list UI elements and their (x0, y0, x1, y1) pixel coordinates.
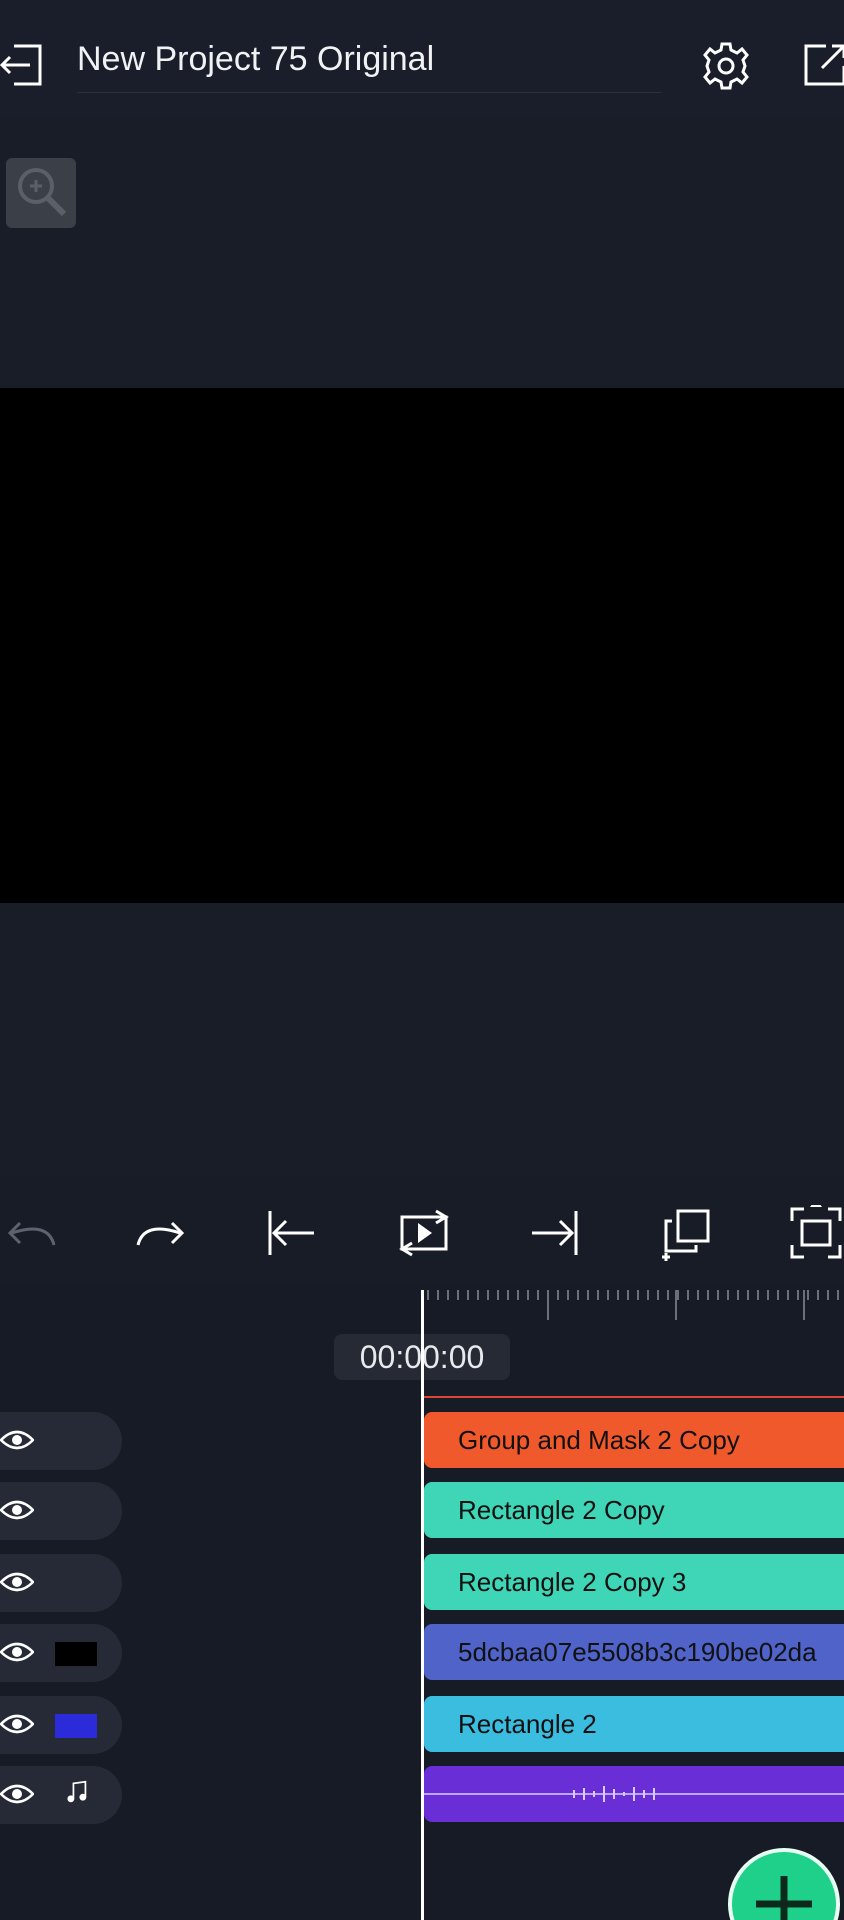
preview-bottom-area (0, 903, 844, 1175)
clip-label: Group and Mask 2 Copy (458, 1425, 740, 1455)
track-top-line (424, 1396, 844, 1398)
fit-screen-icon[interactable] (788, 1205, 844, 1261)
exit-icon[interactable] (0, 42, 44, 88)
audio-waveform (424, 1786, 844, 1802)
export-icon[interactable] (802, 42, 844, 88)
clip-label: 5dcbaa07e5508b3c190be02da (458, 1637, 817, 1667)
timeline-clip[interactable]: Rectangle 2 Copy 3 (424, 1554, 844, 1610)
title-underline (77, 92, 662, 93)
timeline-clip[interactable]: Group and Mask 2 Copy (424, 1412, 844, 1468)
time-ruler[interactable] (420, 1290, 844, 1320)
zoom-icon[interactable] (6, 158, 76, 228)
loop-play-icon[interactable] (396, 1205, 452, 1261)
layer-thumbnail (55, 1714, 97, 1738)
timeline-clip[interactable]: Rectangle 2 (424, 1696, 844, 1752)
skip-to-start-icon[interactable] (264, 1205, 320, 1261)
plus-icon (756, 1876, 812, 1920)
playhead[interactable] (421, 1290, 424, 1920)
eye-icon[interactable] (0, 1498, 34, 1522)
video-canvas[interactable] (0, 388, 844, 903)
clip-label: Rectangle 2 Copy (458, 1495, 665, 1525)
project-title[interactable]: New Project 75 Original (77, 40, 434, 79)
redo-icon[interactable] (134, 1205, 190, 1261)
eye-icon[interactable] (0, 1640, 34, 1664)
timeline-clip[interactable]: Rectangle 2 Copy (424, 1482, 844, 1538)
eye-icon[interactable] (0, 1428, 34, 1452)
music-note-icon (67, 1780, 87, 1803)
layer-thumbnail (55, 1642, 97, 1666)
preview-top-area (0, 118, 844, 388)
gear-icon[interactable] (700, 40, 752, 92)
add-button[interactable] (728, 1848, 840, 1920)
eye-icon[interactable] (0, 1712, 34, 1736)
timeline-clip[interactable]: 5dcbaa07e5508b3c190be02da (424, 1624, 844, 1680)
eye-icon[interactable] (0, 1782, 34, 1806)
undo-icon[interactable] (2, 1205, 58, 1261)
duplicate-icon[interactable] (658, 1205, 714, 1261)
skip-to-end-icon[interactable] (526, 1205, 582, 1261)
eye-icon[interactable] (0, 1570, 34, 1594)
clip-label: Rectangle 2 (458, 1709, 597, 1739)
audio-clip[interactable] (424, 1766, 844, 1822)
clip-label: Rectangle 2 Copy 3 (458, 1567, 687, 1597)
